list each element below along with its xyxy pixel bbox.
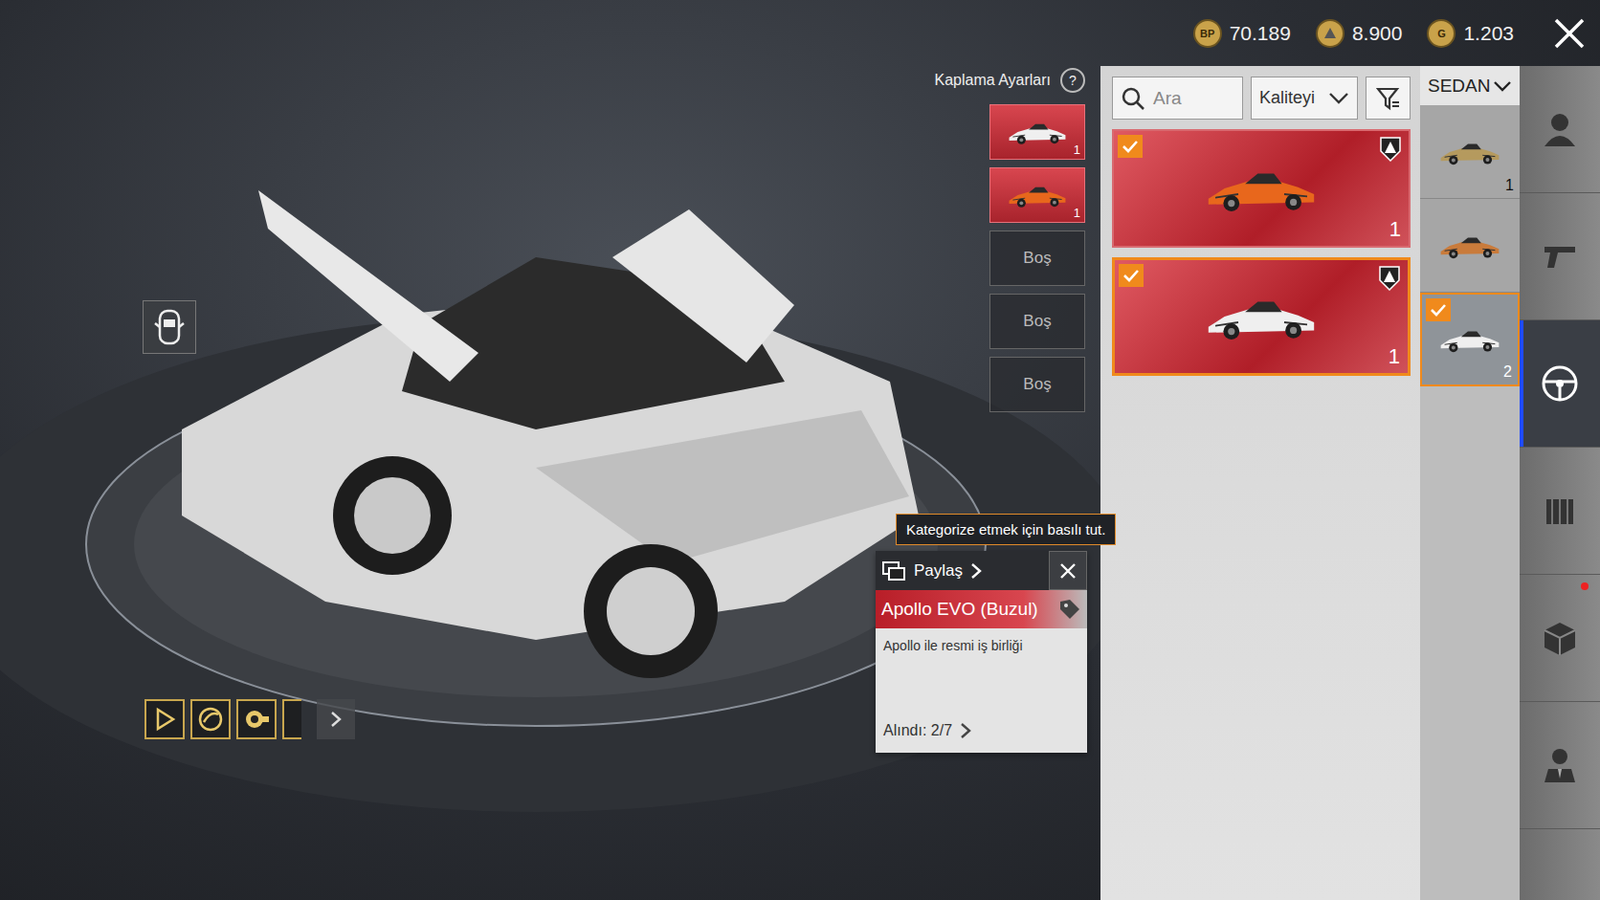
share-button[interactable]: Paylaş [875,551,1049,591]
rail-tab[interactable] [1519,66,1600,194]
play-icon [150,705,179,734]
currency-coin-icon [1315,19,1345,48]
backpack-icon [1538,489,1581,533]
skin-slot[interactable]: Boş [989,293,1086,350]
rail-tab[interactable] [1519,193,1600,321]
rail-tab[interactable] [1519,447,1600,576]
chevron-down-icon [1492,80,1512,92]
car-thumbnail-icon [1203,288,1319,346]
search-field[interactable]: Ara [1111,76,1244,120]
item-info-card: Paylaş Apollo EVO (Buzul) Apollo ile res… [875,551,1088,754]
car-thumbnail-icon [1438,323,1502,356]
ability-button[interactable] [236,699,277,740]
apollo-logo-icon [1377,264,1402,293]
filter-icon [1376,86,1401,112]
rail-tab[interactable] [1519,702,1600,830]
currency-coin-icon: BP [1193,19,1223,48]
skin-slot[interactable]: Boş [989,230,1086,287]
crate-icon [1538,617,1581,660]
abilities-next-button[interactable] [316,699,356,740]
skin-slot[interactable]: 1 [989,167,1086,223]
skin-slot[interactable]: Boş [989,356,1086,413]
close-button[interactable] [1548,16,1591,51]
currency: BP 70.189 [1193,19,1291,48]
vehicle-category-column: SEDAN 1 2 [1420,66,1520,900]
check-icon [1121,139,1139,154]
tag-icon[interactable] [1058,598,1082,622]
agent-icon [1538,744,1581,787]
car-thumbnail-icon [1006,179,1068,211]
category-rail [1519,66,1600,900]
chevron-right-icon [970,562,982,580]
close-icon [1059,562,1077,580]
abilities-bar [144,699,356,740]
info-close-button[interactable] [1048,551,1088,591]
skin-card[interactable]: 1 [1111,129,1411,248]
weapon-icon [1538,235,1581,278]
currency: 8.900 [1315,19,1403,48]
moon-icon [284,705,302,734]
ability-button[interactable] [282,699,302,740]
obtained-link[interactable]: Alındı: 2/7 [875,716,1088,754]
top-bar: BP 70.189 8.900 G 1.203 [0,0,1600,67]
open-doors-button[interactable] [142,300,197,355]
category-dropdown[interactable]: SEDAN [1420,66,1520,106]
check-mark [1117,134,1143,158]
check-mark [1118,264,1144,288]
turbo-icon [242,705,271,734]
wing-icon [196,705,225,734]
search-icon [1120,86,1146,112]
check-icon [1429,303,1447,317]
vehicle-item[interactable] [1420,199,1520,293]
currency-coin-icon: G [1426,19,1456,48]
character-icon [1538,108,1581,151]
currency: G 1.203 [1426,19,1514,48]
rail-tab[interactable] [1519,320,1600,448]
skin-slot[interactable]: 1 [989,104,1086,160]
rail-tab[interactable] [1519,575,1600,703]
car-thumbnail-icon [1438,229,1502,263]
notification-dot [1580,582,1589,591]
vehicle-item[interactable]: 1 [1420,105,1520,200]
silver-icon [1320,23,1340,44]
sort-dropdown[interactable]: Kaliteyi [1250,76,1358,120]
car-thumbnail-icon [1203,159,1319,218]
chevron-right-icon [330,711,342,729]
car-thumbnail-icon [1006,116,1068,148]
close-icon [1552,16,1587,51]
chevron-right-icon [959,722,972,740]
filter-button[interactable] [1365,76,1411,120]
check-icon [1122,268,1140,283]
vehicle-icon [1538,362,1581,405]
vehicle-skin-screen: BP 70.189 8.900 G 1.203 Kaplama Ayarları … [0,0,1600,900]
ability-button[interactable] [144,699,185,740]
vehicle-preview[interactable]: Kaplama Ayarları ? 1 1BoşBoşBoş Kategori… [0,66,1101,900]
chevron-down-icon [1328,91,1350,106]
vehicle-3d-render [0,66,1101,900]
help-button[interactable]: ? [1060,67,1086,93]
vehicle-item[interactable]: 2 [1420,292,1520,387]
share-icon [881,560,907,582]
item-description: Apollo ile resmi iş birliği [875,628,1088,717]
skin-settings: Kaplama Ayarları ? 1 1 Boş Boş Boş [933,67,1086,413]
apollo-logo-icon [1377,134,1403,164]
car-top-view-icon [153,308,186,347]
check-mark [1425,298,1451,322]
item-title: Apollo EVO (Buzul) [875,590,1088,629]
skin-settings-title: Kaplama Ayarları ? [933,67,1086,97]
skin-list-panel: Ara Kaliteyi 1 1 [1100,66,1421,900]
car-thumbnail-icon [1438,135,1502,169]
tooltip: Kategorize etmek için basılı tut. [895,513,1116,546]
ability-button[interactable] [190,699,231,740]
skin-card[interactable]: 1 [1111,257,1411,377]
